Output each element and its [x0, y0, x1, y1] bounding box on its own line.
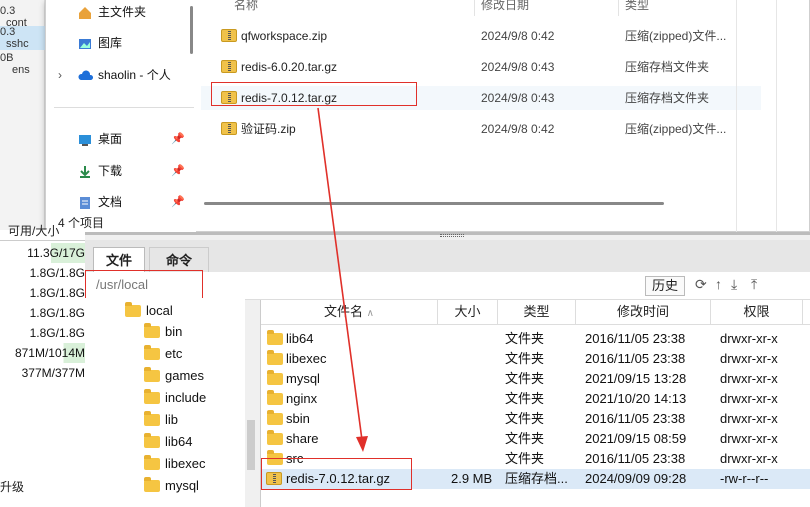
annotation-arrow	[317, 107, 368, 452]
